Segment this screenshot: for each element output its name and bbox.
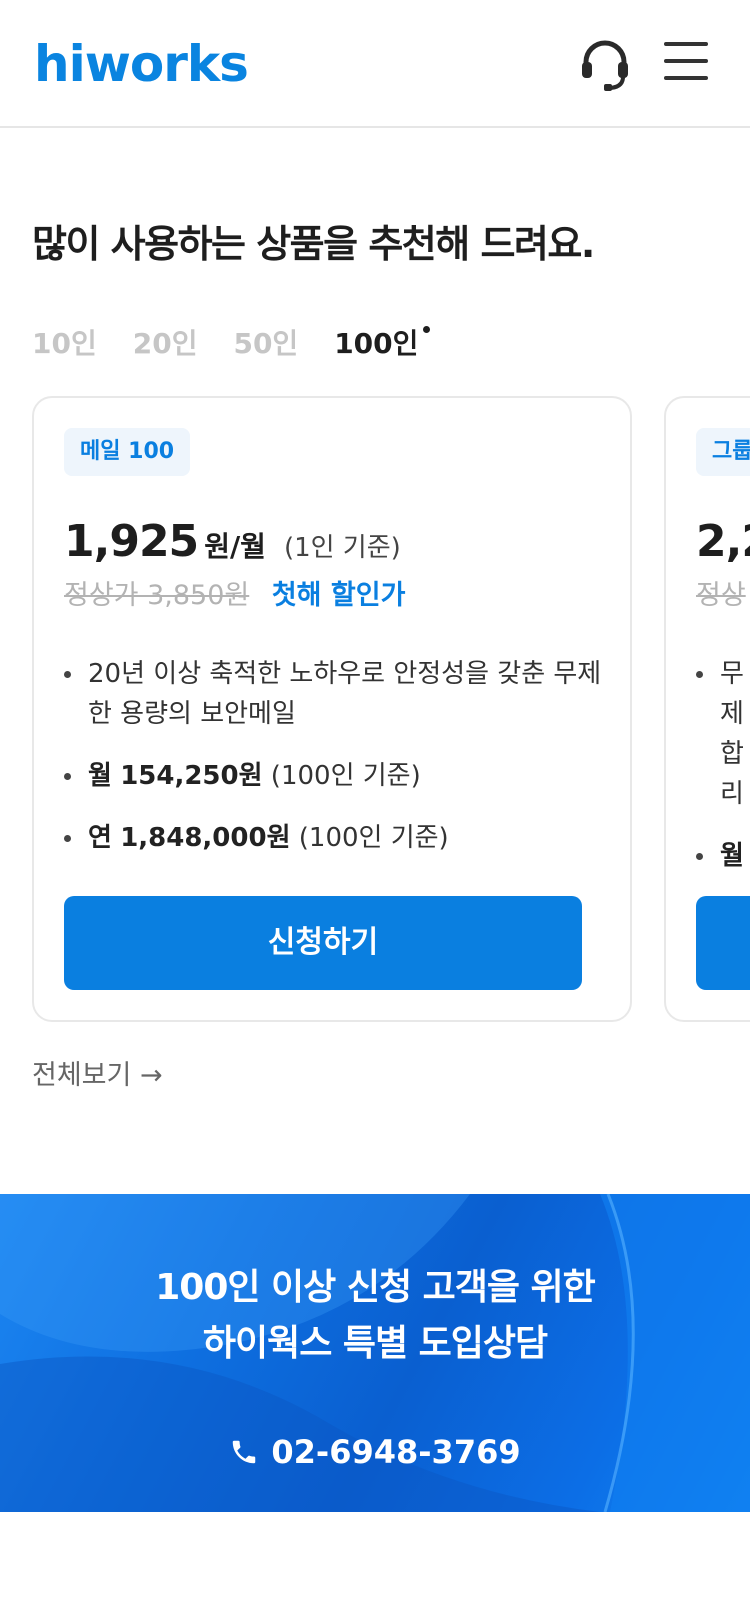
- tab-50[interactable]: 50인: [233, 322, 298, 366]
- banner-title-line1: 100인 이상 신청 고객을 위한: [155, 1267, 595, 1308]
- headset-icon: [582, 40, 628, 91]
- monthly-prefix: 월: [88, 761, 112, 791]
- tab-100[interactable]: 100인: [334, 322, 431, 366]
- monthly-prefix: 월: [720, 841, 744, 871]
- consultation-banner[interactable]: 100인 이상 신청 고객을 위한 하이웍스 특별 도입상담 02-6948-3…: [0, 1194, 750, 1512]
- hamburger-menu-icon: [664, 42, 708, 80]
- price-basis: (1인 기준): [283, 533, 401, 563]
- price-unit: 원/월: [204, 530, 266, 563]
- yearly-prefix: 연: [88, 823, 112, 853]
- tab-10[interactable]: 10인: [32, 322, 97, 366]
- headcount-tabs: 10인 20인 50인 100인: [32, 322, 454, 366]
- customer-support-button[interactable]: [578, 38, 632, 92]
- banner-title-line2: 하이웍스 특별 도입상담: [202, 1323, 548, 1364]
- menu-button[interactable]: [664, 42, 708, 82]
- product-carousel[interactable]: 메일 100 1,925 원/월 (1인 기준) 정상가 3,850원 첫해 할…: [32, 396, 750, 1022]
- regular-price: 정상가 3,850원: [64, 580, 250, 611]
- discount-label: 첫해 할인가: [271, 580, 406, 611]
- banner-title: 100인 이상 신청 고객을 위한 하이웍스 특별 도입상담: [0, 1260, 750, 1372]
- product-card-group: 그룹 2,2 정상 무제 합리 월 연: [664, 396, 750, 1022]
- yearly-amount: 1,848,000원: [120, 823, 291, 853]
- header: hiworks: [0, 0, 750, 128]
- apply-button[interactable]: 신청하기: [64, 896, 582, 990]
- price-value: 1,925: [64, 516, 199, 567]
- feature-monthly-price: 월: [696, 836, 750, 876]
- monthly-amount: 154,250원: [120, 761, 263, 791]
- phone-icon: [233, 1440, 256, 1464]
- feature-list: 20년 이상 축적한 노하우로 안정성을 갖춘 무제한 용량의 보안메일 월 1…: [64, 654, 604, 880]
- feature-description: 20년 이상 축적한 노하우로 안정성을 갖춘 무제한 용량의 보안메일: [64, 654, 604, 734]
- hiworks-logo[interactable]: hiworks: [34, 34, 249, 94]
- tab-20[interactable]: 20인: [133, 322, 198, 366]
- phone-number-link[interactable]: 02-6948-3769: [0, 1430, 750, 1474]
- product-card-mail-100: 메일 100 1,925 원/월 (1인 기준) 정상가 3,850원 첫해 할…: [32, 396, 632, 1022]
- feature-description: 무제 합리: [696, 654, 744, 814]
- section-title: 많이 사용하는 상품을 추천해 드려요.: [32, 222, 595, 266]
- yearly-basis: (100인 기준): [298, 823, 449, 853]
- apply-button[interactable]: [696, 896, 750, 990]
- view-all-link[interactable]: 전체보기 →: [32, 1056, 163, 1096]
- product-badge: 메일 100: [64, 428, 191, 476]
- regular-price-row: 정상가 3,850원 첫해 할인가: [64, 576, 405, 616]
- feature-monthly-price: 월 154,250원 (100인 기준): [64, 756, 604, 796]
- regular-price: 정상: [696, 580, 746, 611]
- regular-price-row: 정상: [696, 576, 746, 616]
- product-badge: 그룹: [696, 428, 750, 476]
- feature-yearly-price: 연 1,848,000원 (100인 기준): [64, 818, 604, 858]
- monthly-basis: (100인 기준): [270, 761, 421, 791]
- phone-number: 02-6948-3769: [271, 1433, 521, 1471]
- price-row: 1,925 원/월 (1인 기준): [64, 516, 401, 567]
- price-row: 2,2: [696, 516, 750, 567]
- price-value: 2,2: [696, 516, 750, 567]
